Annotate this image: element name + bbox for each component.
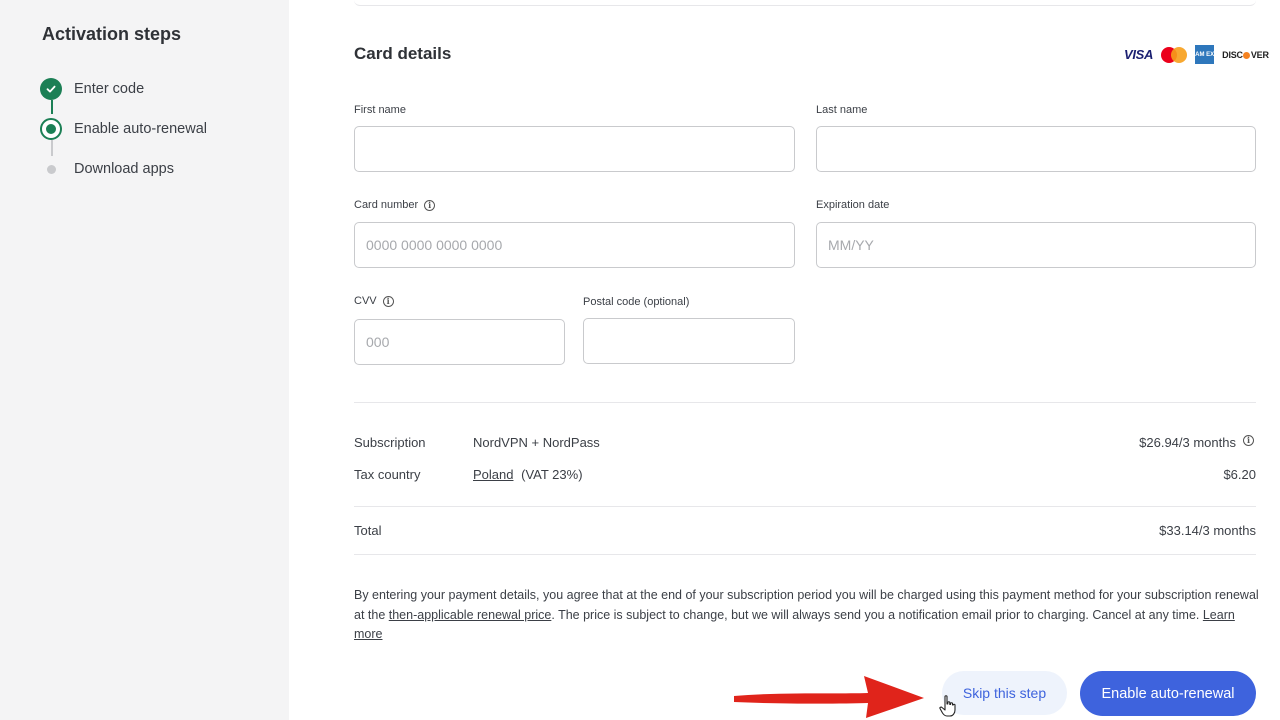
postal-code-label: Postal code (optional)	[583, 296, 689, 308]
last-name-input[interactable]	[816, 126, 1256, 172]
total-price: $33.14/3 months	[1159, 523, 1256, 538]
sidebar-title: Activation steps	[42, 24, 182, 44]
step-label: Enter code	[74, 81, 145, 97]
legal-text: . The price is subject to change, but we…	[551, 607, 1203, 622]
step-connector	[51, 140, 53, 156]
activation-sidebar: Activation steps Enter code Enable auto-…	[0, 0, 289, 720]
pending-step-icon	[40, 158, 62, 180]
total-label: Total	[354, 523, 382, 538]
step-enter-code: Enter code	[40, 78, 144, 100]
discover-text: VER	[1250, 49, 1269, 60]
last-name-label: Last name	[816, 104, 867, 116]
vat-rate: (VAT 23%)	[521, 467, 583, 482]
expiration-date-label-text: Expiration date	[816, 199, 890, 211]
skip-step-button[interactable]: Skip this step	[942, 671, 1067, 715]
enable-auto-renewal-button[interactable]: Enable auto-renewal	[1080, 671, 1256, 716]
card-brands: VISA AM EX DISC VER	[1124, 45, 1269, 64]
tax-country-value: Poland (VAT 23%)	[473, 467, 583, 482]
visa-logo: VISA	[1124, 47, 1154, 62]
postal-code-label-text: Postal code (optional)	[583, 296, 690, 308]
legal-notice: By entering your payment details, you ag…	[354, 586, 1259, 645]
subscription-plan: NordVPN + NordPass	[473, 435, 600, 450]
discover-logo: DISC VER	[1222, 50, 1269, 60]
card-number-input[interactable]	[354, 222, 795, 268]
amex-logo: AM EX	[1195, 45, 1214, 64]
checkmark-icon	[40, 78, 62, 100]
tax-country-link[interactable]: Poland	[473, 467, 513, 482]
divider	[354, 506, 1256, 507]
info-icon[interactable]: i	[424, 199, 436, 211]
subscription-price: $26.94/3 months	[1139, 435, 1236, 450]
renewal-price-link[interactable]: then-applicable renewal price	[389, 608, 552, 622]
card-details-title: Card details	[354, 44, 452, 63]
divider	[354, 554, 1256, 555]
step-connector	[51, 100, 53, 114]
subscription-label: Subscription	[354, 435, 426, 450]
info-icon[interactable]: i	[382, 295, 394, 307]
tax-country-label: Tax country	[354, 467, 421, 482]
last-name-label-text: Last name	[816, 104, 868, 116]
divider	[354, 402, 1256, 403]
red-arrow-annotation	[734, 676, 924, 718]
mastercard-logo	[1161, 46, 1188, 63]
step-label: Download apps	[74, 161, 174, 177]
info-icon[interactable]: i	[1243, 435, 1254, 446]
card-number-label-text: Card number	[354, 199, 419, 211]
cvv-label-text: CVV	[354, 295, 377, 307]
tax-amount: $6.20	[1223, 467, 1256, 482]
active-step-icon	[40, 118, 62, 140]
cvv-input[interactable]	[354, 319, 565, 365]
hand-cursor-icon	[939, 695, 956, 717]
step-label: Enable auto-renewal	[74, 121, 208, 137]
cvv-label: CVV i	[354, 295, 394, 307]
previous-section-edge	[354, 0, 1256, 6]
step-download-apps: Download apps	[40, 158, 174, 180]
step-enable-auto-renewal: Enable auto-renewal	[40, 118, 207, 140]
postal-code-input[interactable]	[583, 318, 795, 364]
first-name-input[interactable]	[354, 126, 795, 172]
expiration-date-label: Expiration date	[816, 199, 889, 211]
card-number-label: Card number i	[354, 199, 436, 211]
expiration-date-input[interactable]	[816, 222, 1256, 268]
discover-text: DISC	[1222, 49, 1243, 60]
first-name-label: First name	[354, 104, 406, 116]
first-name-label-text: First name	[354, 104, 406, 116]
